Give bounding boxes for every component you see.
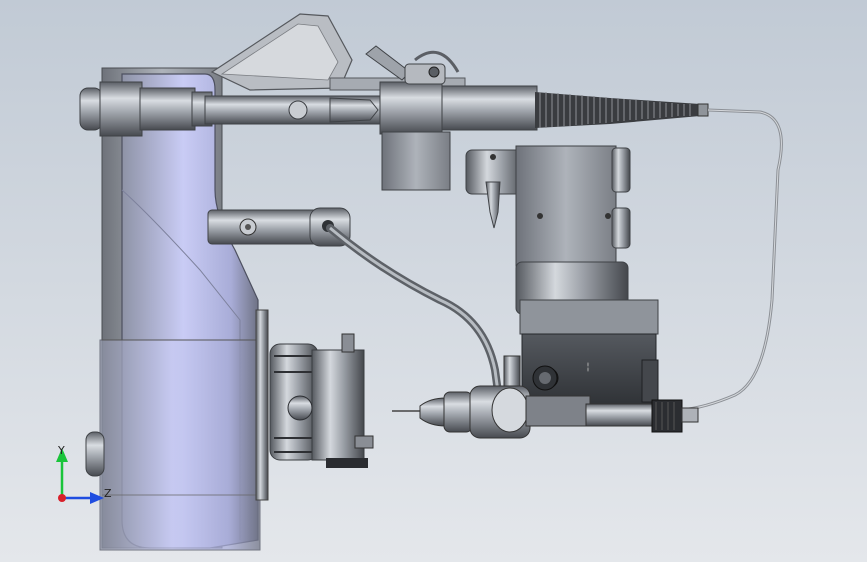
housing-knob-lower [85,431,105,477]
cad-model-viewport[interactable]: ≈≈ Y Z [0,0,867,562]
adjuster-knob [532,365,558,391]
svg-text:≈≈: ≈≈ [585,362,592,372]
triad-y-label: Y [57,444,65,457]
triad-z-label: Z [104,487,112,500]
spindle-chuck [269,333,374,468]
